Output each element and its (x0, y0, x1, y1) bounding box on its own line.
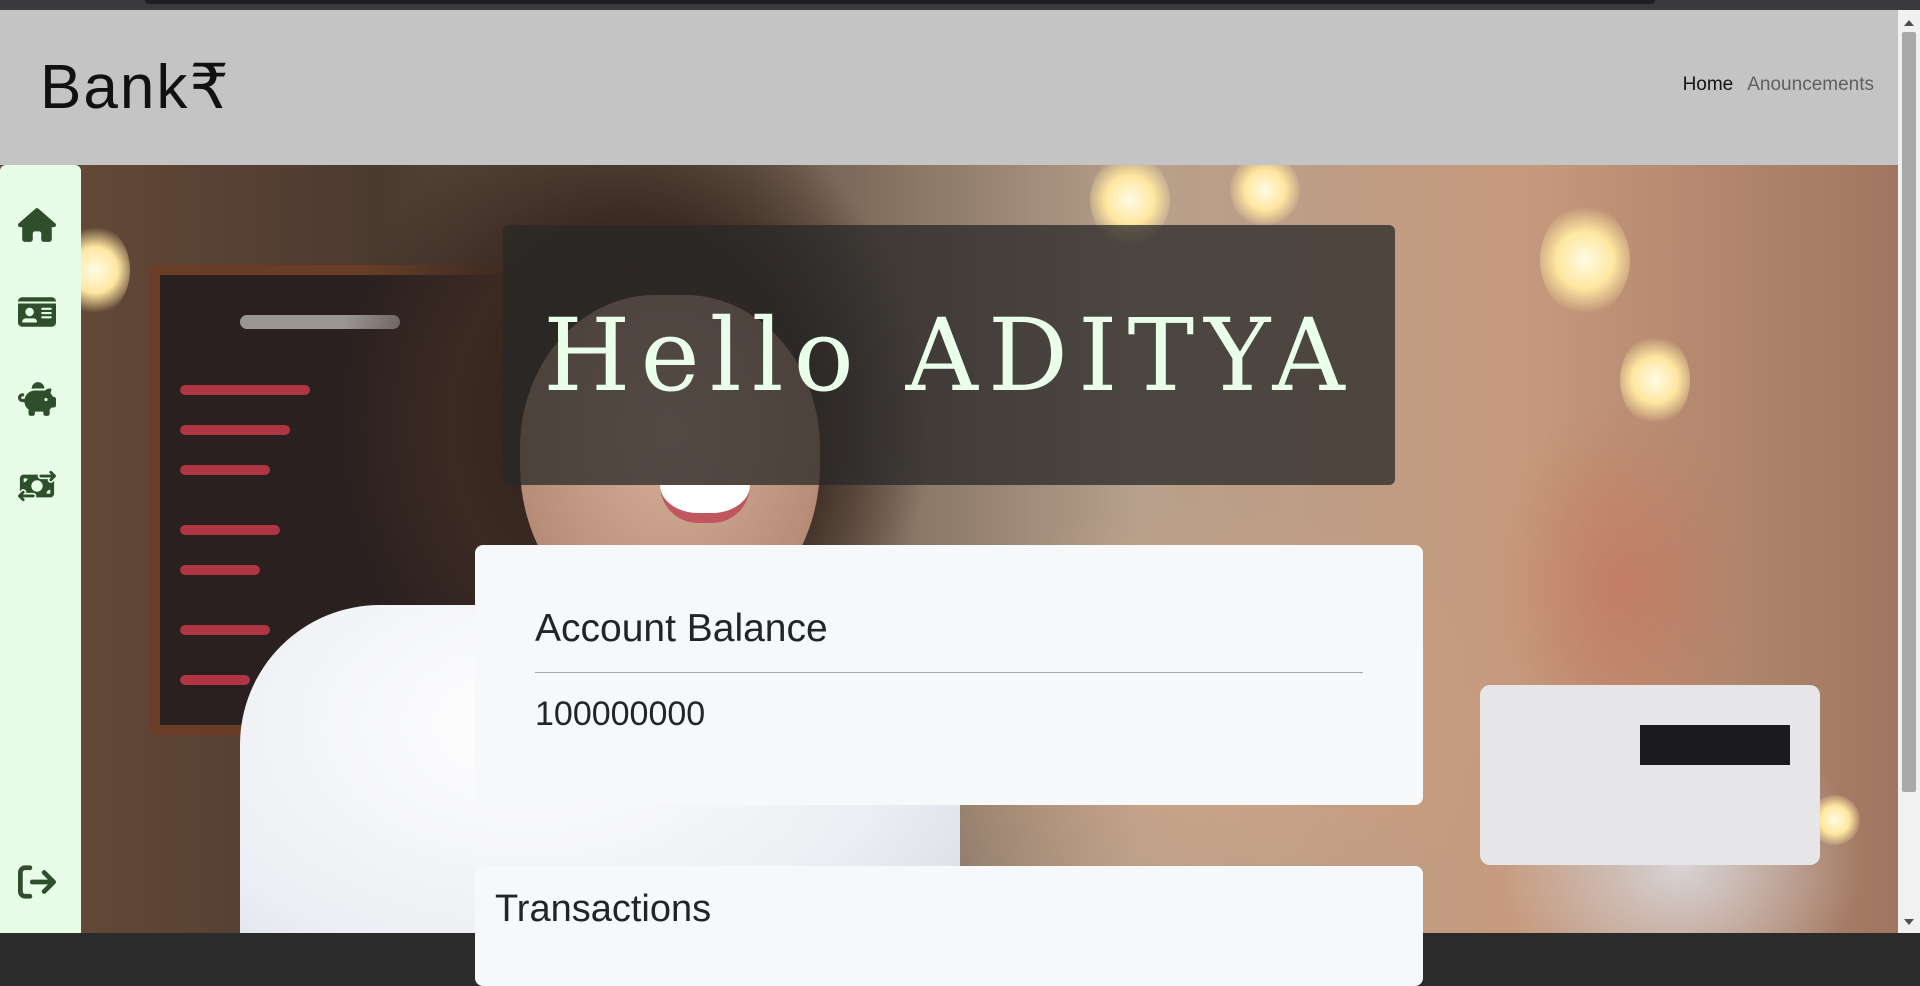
scroll-down-icon[interactable] (1904, 919, 1914, 925)
balance-value: 100000000 (535, 695, 706, 733)
site-header: Bank₹ Home Anouncements (0, 10, 1898, 165)
logout-icon[interactable] (17, 862, 57, 902)
top-nav: Home Anouncements (1683, 74, 1874, 96)
nav-home-link[interactable]: Home (1683, 74, 1734, 96)
browser-top-strip (0, 0, 1920, 10)
scroll-up-icon[interactable] (1904, 20, 1914, 26)
greeting-heading: Hello ADITYA (543, 296, 1355, 414)
browser-tab-bar (145, 0, 1655, 4)
sidebar (0, 165, 81, 933)
greeting-banner: Hello ADITYA (503, 225, 1395, 485)
coffee-machine (1480, 685, 1820, 865)
piggy-bank-icon[interactable] (17, 379, 57, 419)
balance-divider (535, 672, 1363, 673)
account-balance-card: Account Balance 100000000 (475, 545, 1423, 805)
id-card-icon[interactable] (17, 292, 57, 332)
scrollbar-thumb[interactable] (1902, 32, 1916, 792)
home-icon[interactable] (17, 205, 57, 245)
transactions-title: Transactions (495, 888, 712, 930)
money-transfer-icon[interactable] (17, 466, 57, 506)
transactions-card: Transactions (475, 866, 1423, 986)
brand-logo[interactable]: Bank₹ (40, 50, 231, 123)
nav-announcements-link[interactable]: Anouncements (1747, 74, 1874, 96)
page-scrollbar[interactable] (1898, 10, 1920, 933)
balance-title: Account Balance (535, 607, 828, 650)
